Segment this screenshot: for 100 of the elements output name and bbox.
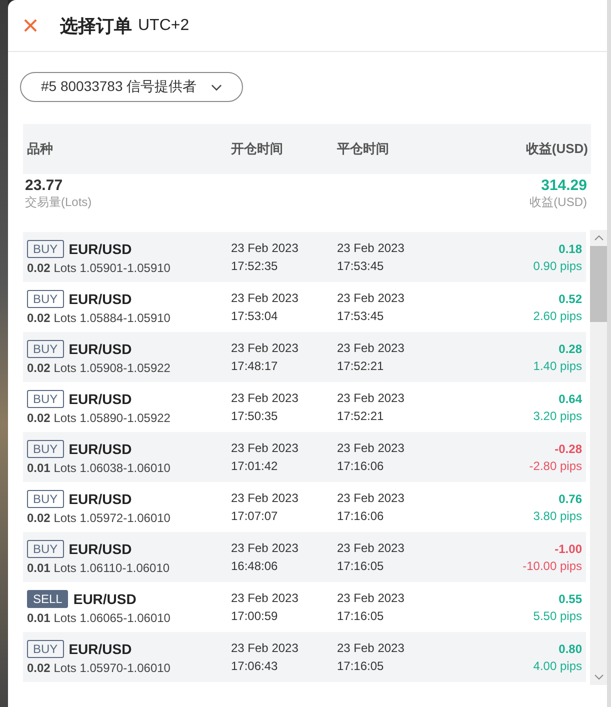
open-date: 23 Feb 2023 bbox=[231, 240, 300, 257]
scrollbar-thumb[interactable] bbox=[590, 246, 607, 322]
lots-detail: 0.02 Lots 1.05901-1.05910 bbox=[27, 260, 172, 274]
pips-value: -2.80 pips bbox=[529, 458, 582, 474]
order-row[interactable]: BUY EUR/USD 0.01 Lots 1.06038-1.06010 23 Feb 2023 17:01:42 23 Feb 2023 17:16:06 -0.28 -2.80 pips bbox=[23, 432, 586, 482]
profit-value: 0.80 bbox=[558, 640, 582, 658]
lots-detail: 0.02 Lots 1.05970-1.06010 bbox=[27, 660, 172, 674]
open-date: 23 Feb 2023 bbox=[231, 590, 300, 607]
close-time: 17:52:21 bbox=[337, 358, 385, 375]
total-volume: 23.77 bbox=[25, 177, 64, 194]
open-time: 17:53:04 bbox=[231, 308, 279, 325]
profit-value: 0.52 bbox=[558, 290, 582, 308]
side-badge: BUY bbox=[27, 540, 64, 558]
close-time: 17:16:05 bbox=[337, 608, 385, 625]
order-row[interactable]: BUY EUR/USD 0.02 Lots 1.05884-1.05910 23 Feb 2023 17:53:04 23 Feb 2023 17:53:45 0.52 2.60 pips bbox=[23, 282, 586, 332]
open-date: 23 Feb 2023 bbox=[231, 290, 300, 307]
close-date: 23 Feb 2023 bbox=[337, 240, 406, 257]
close-time: 17:16:06 bbox=[337, 508, 385, 525]
symbol-label: EUR/USD bbox=[68, 390, 132, 406]
close-time: 17:16:06 bbox=[337, 458, 385, 475]
symbol-label: EUR/USD bbox=[68, 240, 132, 256]
total-profit: 314.29 bbox=[541, 177, 587, 194]
close-time: 17:53:45 bbox=[337, 308, 385, 325]
timezone-label: UTC+2 bbox=[138, 16, 190, 34]
symbol-label: EUR/USD bbox=[68, 540, 132, 556]
open-time: 17:01:42 bbox=[231, 458, 279, 475]
profit-value: -0.28 bbox=[554, 440, 582, 458]
open-time: 17:07:07 bbox=[231, 508, 279, 525]
close-time: 17:16:05 bbox=[337, 558, 385, 575]
side-badge: BUY bbox=[27, 490, 64, 508]
profit-value: -1.00 bbox=[554, 540, 582, 558]
profit-value: 0.76 bbox=[558, 490, 582, 508]
close-time: 17:16:05 bbox=[337, 658, 385, 675]
lots-detail: 0.01 Lots 1.06110-1.06010 bbox=[27, 560, 171, 574]
order-row[interactable]: BUY EUR/USD 0.01 Lots 1.06110-1.06010 23 Feb 2023 16:48:06 23 Feb 2023 17:16:05 -1.00 -10.00 pips bbox=[23, 532, 586, 582]
order-row[interactable]: BUY EUR/USD 0.02 Lots 1.05970-1.06010 23 Feb 2023 17:06:43 23 Feb 2023 17:16:05 0.80 4.00 pips bbox=[23, 632, 586, 682]
pips-value: 3.80 pips bbox=[533, 508, 582, 524]
column-header: 开仓时间 bbox=[231, 140, 284, 158]
lots-detail: 0.01 Lots 1.06065-1.06010 bbox=[27, 610, 172, 624]
pips-value: 2.60 pips bbox=[533, 308, 582, 324]
symbol-label: EUR/USD bbox=[73, 590, 136, 606]
open-date: 23 Feb 2023 bbox=[231, 340, 300, 357]
side-badge: BUY bbox=[27, 340, 64, 358]
close-date: 23 Feb 2023 bbox=[337, 590, 406, 607]
column-header: 收益(USD) bbox=[524, 140, 589, 158]
open-time: 16:48:06 bbox=[231, 558, 279, 575]
open-time: 17:48:17 bbox=[231, 358, 279, 375]
profit-value: 0.55 bbox=[558, 590, 582, 608]
symbol-label: EUR/USD bbox=[68, 340, 132, 356]
lots-detail: 0.02 Lots 1.05908-1.05922 bbox=[27, 360, 172, 374]
side-badge: BUY bbox=[27, 290, 64, 308]
scrollbar[interactable] bbox=[590, 230, 607, 685]
lots-detail: 0.02 Lots 1.05884-1.05910 bbox=[27, 310, 172, 324]
side-badge: BUY bbox=[27, 390, 64, 408]
order-row[interactable]: BUY EUR/USD 0.02 Lots 1.05972-1.06010 23 Feb 2023 17:07:07 23 Feb 2023 17:16:06 0.76 3.80 pips bbox=[23, 482, 586, 532]
caret-icon bbox=[210, 84, 222, 90]
close-time: 17:52:21 bbox=[337, 408, 385, 425]
pips-value: 5.50 pips bbox=[533, 608, 582, 624]
symbol-label: EUR/USD bbox=[68, 290, 132, 306]
column-header: 品种 bbox=[26, 140, 54, 158]
account-dropdown[interactable]: #5 80033783 信号提供者 bbox=[20, 72, 243, 102]
lots-detail: 0.01 Lots 1.06038-1.06010 bbox=[27, 460, 172, 474]
pips-value: 3.20 pips bbox=[533, 408, 582, 424]
profit-label: 收益(USD) bbox=[530, 194, 587, 211]
symbol-label: EUR/USD bbox=[68, 640, 132, 656]
close-date: 23 Feb 2023 bbox=[337, 440, 406, 457]
pips-value: 0.90 pips bbox=[533, 258, 582, 274]
close-date: 23 Feb 2023 bbox=[337, 390, 406, 407]
side-badge: SELL bbox=[27, 590, 68, 608]
order-row[interactable]: SELL EUR/USD 0.01 Lots 1.06065-1.06010 23 Feb 2023 17:00:59 23 Feb 2023 17:16:05 0.55 5.50 pips bbox=[23, 582, 586, 632]
close-date: 23 Feb 2023 bbox=[337, 490, 406, 507]
side-badge: BUY bbox=[27, 440, 64, 458]
pips-value: -10.00 pips bbox=[522, 558, 582, 574]
order-row[interactable]: BUY EUR/USD 0.02 Lots 1.05908-1.05922 23 Feb 2023 17:48:17 23 Feb 2023 17:52:21 0.28 1.40 pips bbox=[23, 332, 586, 382]
profit-value: 0.28 bbox=[558, 340, 582, 358]
close-date: 23 Feb 2023 bbox=[337, 640, 406, 657]
pips-value: 4.00 pips bbox=[533, 658, 582, 674]
side-badge: BUY bbox=[27, 640, 64, 658]
order-row[interactable]: BUY EUR/USD 0.02 Lots 1.05901-1.05910 23 Feb 2023 17:52:35 23 Feb 2023 17:53:45 0.18 0.90 pips bbox=[23, 232, 586, 282]
symbol-label: EUR/USD bbox=[68, 440, 132, 456]
open-time: 17:00:59 bbox=[231, 608, 279, 625]
close-icon[interactable] bbox=[24, 19, 37, 32]
close-time: 17:53:45 bbox=[337, 258, 385, 275]
open-time: 17:06:43 bbox=[231, 658, 279, 675]
open-date: 23 Feb 2023 bbox=[231, 390, 300, 407]
pips-value: 1.40 pips bbox=[533, 358, 582, 374]
open-date: 23 Feb 2023 bbox=[231, 490, 300, 507]
close-date: 23 Feb 2023 bbox=[337, 290, 406, 307]
side-badge: BUY bbox=[27, 240, 64, 258]
column-header: 平仓时间 bbox=[337, 140, 390, 158]
lots-detail: 0.02 Lots 1.05890-1.05922 bbox=[27, 410, 172, 424]
open-time: 17:52:35 bbox=[231, 258, 279, 275]
close-date: 23 Feb 2023 bbox=[337, 340, 406, 357]
order-row[interactable]: BUY EUR/USD 0.02 Lots 1.05890-1.05922 23 Feb 2023 17:50:35 23 Feb 2023 17:52:21 0.64 3.20 pips bbox=[23, 382, 586, 432]
profit-value: 0.64 bbox=[558, 390, 582, 408]
dialog-title: 选择订单 bbox=[60, 14, 132, 38]
lots-detail: 0.02 Lots 1.05972-1.06010 bbox=[27, 510, 172, 524]
close-date: 23 Feb 2023 bbox=[337, 540, 406, 557]
open-date: 23 Feb 2023 bbox=[231, 440, 300, 457]
volume-label: 交易量(Lots) bbox=[25, 194, 92, 211]
